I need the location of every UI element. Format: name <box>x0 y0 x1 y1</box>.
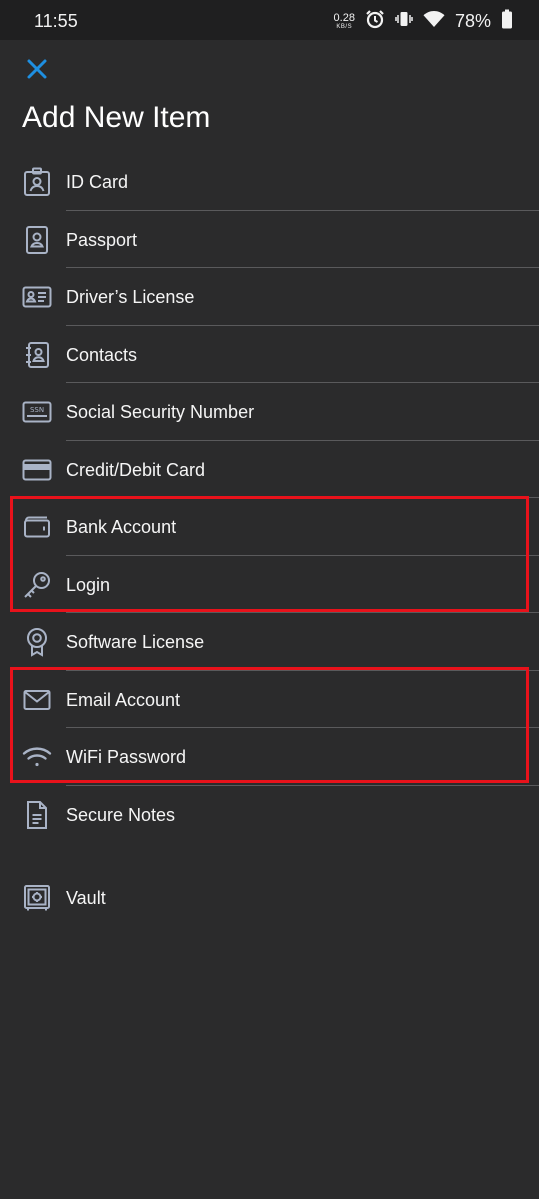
wifi-icon <box>21 741 53 773</box>
list-item-bank-account[interactable]: Bank Account <box>0 498 539 556</box>
list-item-wifi-password[interactable]: WiFi Password <box>0 728 539 786</box>
key-icon <box>21 569 53 601</box>
list-item-label: Secure Notes <box>66 804 176 825</box>
drivers-license-icon <box>21 281 53 313</box>
page-title: Add New Item <box>22 101 211 134</box>
ssn-icon-text: SSN <box>30 406 44 414</box>
list-item-login[interactable]: Login <box>0 556 539 613</box>
vibrate-icon <box>395 10 413 33</box>
network-speed-unit: KB/S <box>336 23 353 30</box>
status-time: 11:55 <box>34 11 78 31</box>
list-item-label: ID Card <box>66 172 129 192</box>
credit-card-icon <box>21 454 53 486</box>
network-speed-value: 0.28 <box>333 11 355 24</box>
list-item-social-security-number[interactable]: SSN Social Security Number <box>0 383 539 441</box>
status-bar: 11:55 0.28 KB/S 78% <box>0 0 539 40</box>
list-item-secure-notes[interactable]: Secure Notes <box>0 786 539 844</box>
passport-icon <box>21 224 53 256</box>
list-item-label: Email Account <box>66 689 181 710</box>
list-item-label: Vault <box>66 888 106 908</box>
list-item-credit-debit-card[interactable]: Credit/Debit Card <box>0 441 539 498</box>
battery-icon <box>501 9 513 34</box>
list-item-label: Login <box>66 574 111 595</box>
list-item-vault[interactable]: Vault <box>0 869 539 927</box>
alarm-clock-icon <box>365 9 385 34</box>
contacts-icon <box>21 339 53 371</box>
vault-icon <box>21 882 53 914</box>
item-type-list: ID Card Passport Driver’s License Contac… <box>0 153 539 927</box>
close-button[interactable] <box>22 56 52 86</box>
list-item-label: Contacts <box>66 344 138 365</box>
list-item-software-license[interactable]: Software License <box>0 613 539 671</box>
status-icons: 0.28 KB/S 78% <box>334 9 513 33</box>
wifi-signal-icon <box>423 10 445 33</box>
list-item-label: Software License <box>66 632 205 652</box>
ssn-card-icon: SSN <box>21 396 53 428</box>
battery-percent: 78% <box>454 10 491 31</box>
close-icon <box>26 58 48 85</box>
list-item-label: Credit/Debit Card <box>66 459 206 480</box>
award-badge-icon <box>21 626 53 658</box>
list-item-label: Passport <box>66 229 138 250</box>
network-speed: 0.28 KB/S <box>333 11 355 30</box>
wallet-icon <box>21 511 53 543</box>
list-item-label: Bank Account <box>66 517 177 537</box>
list-item-passport[interactable]: Passport <box>0 211 539 268</box>
list-item-id-card[interactable]: ID Card <box>0 153 539 211</box>
document-icon <box>21 799 53 831</box>
envelope-icon <box>21 684 53 716</box>
list-item-drivers-license[interactable]: Driver’s License <box>0 268 539 326</box>
id-card-icon <box>21 166 53 198</box>
list-item-label: Driver’s License <box>66 287 195 307</box>
list-item-label: Social Security Number <box>66 402 255 422</box>
list-item-label: WiFi Password <box>66 747 187 767</box>
list-item-email-account[interactable]: Email Account <box>0 671 539 728</box>
list-item-contacts[interactable]: Contacts <box>0 326 539 383</box>
